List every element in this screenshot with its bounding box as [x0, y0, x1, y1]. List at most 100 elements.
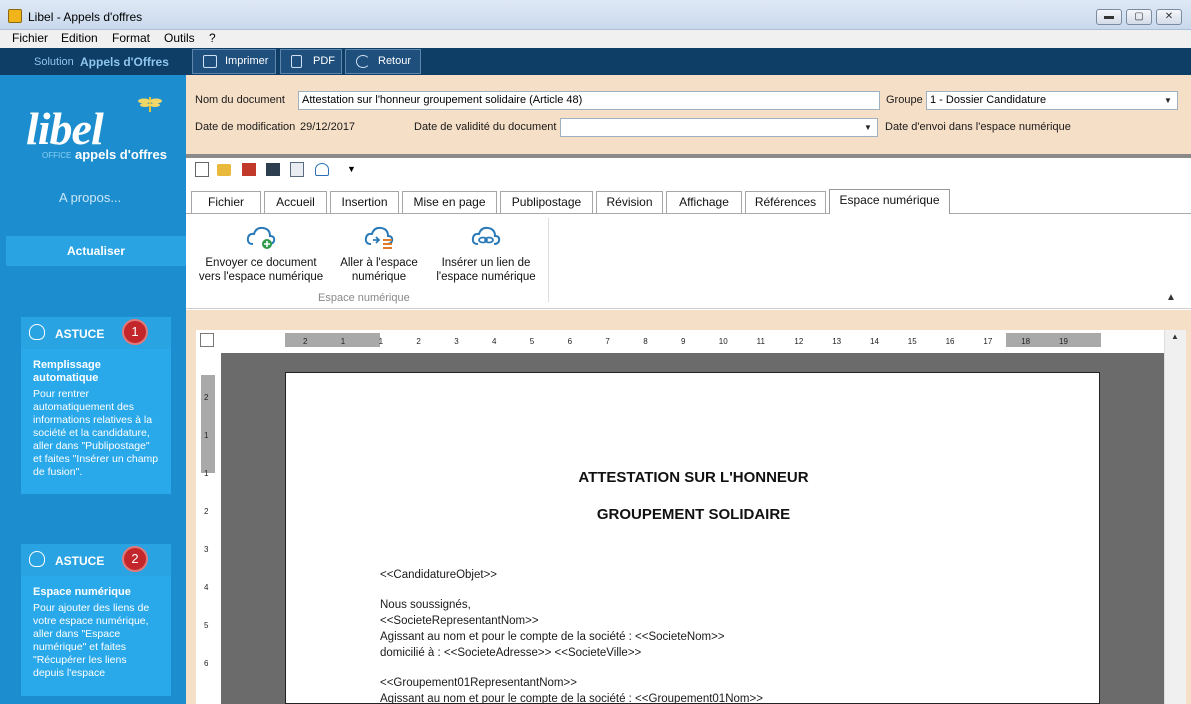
bell-icon[interactable] [315, 163, 329, 176]
document-properties-panel [186, 75, 1191, 155]
ruler-tick-label: 3 [204, 545, 209, 554]
ruler-tick-label: 4 [204, 583, 209, 592]
document-list-icon[interactable] [290, 162, 304, 177]
customize-dropdown-icon[interactable]: ▼ [347, 164, 356, 174]
lightbulb-icon [29, 551, 45, 567]
pdf-export-icon[interactable] [242, 163, 256, 176]
vertical-scrollbar[interactable]: ▲ [1164, 330, 1186, 704]
app-icon [8, 9, 22, 23]
ruler-tick-label: 2 [303, 337, 308, 346]
doc-line: <<Groupement01RepresentantNom>> [380, 677, 577, 689]
tip-2-badge: 2 [122, 546, 148, 572]
menu-fichier[interactable]: Fichier [12, 31, 48, 45]
tip-2-title: Espace numérique [33, 586, 131, 598]
window-title: Libel - Appels d'offres [28, 10, 143, 24]
ruler-tick-label: 2 [204, 507, 209, 516]
chevron-down-icon[interactable]: ▼ [861, 121, 875, 134]
tab-espace-numerique[interactable]: Espace numérique [829, 189, 950, 214]
ruler-tick-label: 19 [1059, 337, 1068, 346]
go-to-space-button[interactable]: Aller à l'espace numérique [334, 224, 424, 284]
doc-line: <<CandidatureObjet>> [380, 569, 498, 581]
tip-1-body: Remplissage automatique Pour rentrer aut… [21, 349, 171, 494]
ruler-tick-label: 11 [756, 337, 765, 346]
ruler-tick-label: 2 [416, 337, 421, 346]
tab-mise-en-page[interactable]: Mise en page [402, 191, 497, 213]
validity-date-picker[interactable]: ▼ [560, 118, 878, 137]
open-folder-icon[interactable] [217, 164, 231, 176]
menu-outils[interactable]: Outils [164, 31, 195, 45]
ribbon-group-label: Espace numérique [318, 292, 410, 304]
ruler-tick-label: 10 [718, 337, 728, 346]
tab-affichage[interactable]: Affichage [666, 191, 742, 213]
collapse-ribbon-icon[interactable]: ▲ [1166, 292, 1176, 303]
link-line2: l'espace numérique [436, 271, 536, 283]
ruler-tick-label: 4 [492, 337, 497, 346]
close-button[interactable]: ✕ [1156, 9, 1182, 25]
ruler-tick-label: 6 [204, 659, 209, 668]
ruler-ticks: 2 1 1 2 3 4 5 6 7 8 9 10 11 12 13 14 15 16 17 18 19 [285, 333, 1101, 347]
doc-name-field[interactable]: Attestation sur l'honneur groupement sol… [298, 91, 880, 110]
document-page[interactable]: ATTESTATION SUR L'HONNEUR GROUPEMENT SOL… [285, 372, 1100, 704]
send-to-space-button[interactable]: Envoyer ce document vers l'espace numéri… [196, 224, 326, 284]
ruler-tick-label: 9 [681, 337, 686, 346]
tab-stop-selector[interactable] [200, 333, 214, 347]
maximize-button[interactable]: ▢ [1126, 9, 1152, 25]
sent-date-label: Date d'envoi dans l'espace numérique [885, 121, 1071, 133]
ruler-tick-label: 6 [567, 337, 573, 346]
pdf-button[interactable]: PDF [280, 49, 342, 74]
ruler-tick-label: 5 [204, 621, 209, 630]
tab-accueil[interactable]: Accueil [264, 191, 327, 213]
menu-format[interactable]: Format [112, 31, 150, 45]
tip-1-badge: 1 [122, 319, 148, 345]
tab-references[interactable]: Références [745, 191, 826, 213]
doc-line: Agissant au nom et pour le compte de la … [380, 631, 725, 643]
refresh-label[interactable]: Actualiser [6, 244, 186, 258]
group-select[interactable]: 1 - Dossier Candidature ▼ [926, 91, 1178, 110]
printer-icon [203, 55, 217, 68]
menu-help[interactable]: ? [209, 31, 216, 45]
doc-title-2: GROUPEMENT SOLIDAIRE [596, 506, 791, 523]
validity-label: Date de validité du document [414, 121, 557, 133]
print-button[interactable]: Imprimer [192, 49, 276, 74]
save-icon[interactable] [266, 163, 280, 176]
back-label: Retour [378, 55, 412, 67]
title-bar [0, 0, 1191, 30]
ruler-tick-label: 3 [454, 337, 459, 346]
chevron-down-icon[interactable]: ▼ [1161, 94, 1175, 107]
tab-revision[interactable]: Révision [596, 191, 663, 213]
tip-1-label: ASTUCE [55, 327, 105, 341]
tip-1-text: Pour rentrer automatiquement des informa… [33, 388, 159, 478]
group-select-value: 1 - Dossier Candidature [930, 94, 1047, 106]
vruler-ticks: 2 1 1 2 3 4 5 6 [201, 375, 215, 704]
logo-subtitle: appels d'offres [75, 147, 167, 162]
about-link[interactable]: A propos... [59, 190, 121, 205]
print-label: Imprimer [225, 55, 269, 67]
minimize-button[interactable]: ▬ [1096, 9, 1122, 25]
tab-fichier[interactable]: Fichier [191, 191, 261, 213]
ruler-tick-label: 7 [605, 337, 610, 346]
lightbulb-icon [29, 324, 45, 340]
ruler-tick-label: 14 [870, 337, 879, 346]
scroll-up-icon[interactable]: ▲ [1171, 332, 1179, 341]
doc-line: <<SocieteRepresentantNom>> [380, 615, 539, 627]
tab-insertion[interactable]: Insertion [330, 191, 399, 213]
goto-line1: Aller à l'espace [340, 257, 418, 269]
modified-value: 29/12/2017 [300, 121, 356, 133]
doc-line: Agissant au nom et pour le compte de la … [380, 693, 763, 704]
tab-publipostage[interactable]: Publipostage [500, 191, 593, 213]
tip-2-text: Pour ajouter des liens de votre espace n… [33, 602, 150, 679]
back-button[interactable]: Retour [345, 49, 421, 74]
logo-office-text: OFFICE [42, 151, 72, 160]
ruler-tick-label: 2 [204, 393, 209, 402]
ruler-tick-label: 1 [340, 337, 346, 346]
ruler-tick-label: 1 [204, 431, 209, 440]
menu-edition[interactable]: Edition [61, 31, 98, 45]
undo-arrow-icon [356, 55, 370, 68]
ruler-tick-label: 1 [204, 469, 209, 478]
dragonfly-icon [138, 97, 162, 112]
ruler-tick-label: 17 [983, 337, 993, 346]
new-document-icon[interactable] [195, 162, 209, 177]
doc-name-label: Nom du document [195, 94, 285, 106]
insert-link-button[interactable]: Insérer un lien de l'espace numérique [432, 224, 540, 284]
pdf-label: PDF [313, 55, 335, 67]
